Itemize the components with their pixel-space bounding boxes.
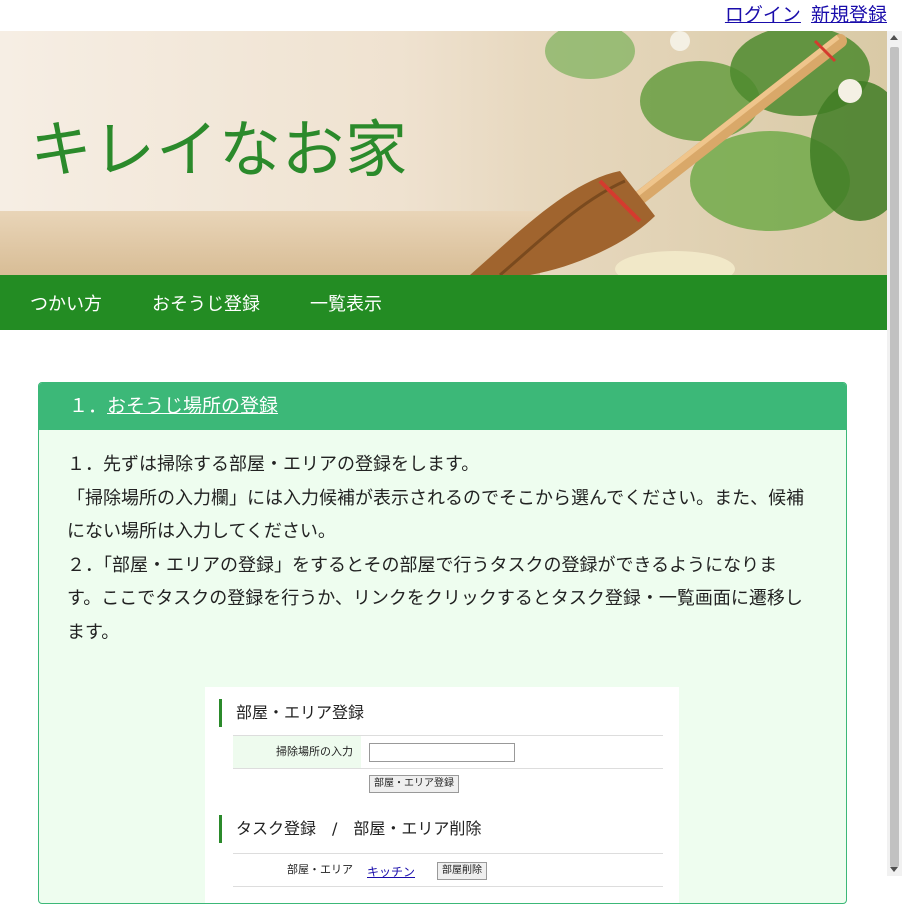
example-place-input: [369, 743, 515, 762]
instruction-step-2: ２．「部屋・エリアの登録」をするとその部屋で行うタスクの登録ができるようになりま…: [67, 554, 803, 643]
instruction-note: 「掃除場所の入力欄」には入力候補が表示されるのでそこから選んでください。また、候…: [67, 487, 805, 543]
example-section-title-task: タスク登録 / 部屋・エリア削除: [219, 815, 481, 843]
page-scrollbar[interactable]: [887, 31, 902, 876]
nav-item-list[interactable]: 一覧表示: [310, 290, 382, 316]
register-link[interactable]: 新規登録: [811, 4, 887, 26]
nav-item-howto[interactable]: つかい方: [30, 290, 102, 316]
main-nav: つかい方 おそうじ登録 一覧表示: [0, 275, 887, 330]
scroll-up-icon[interactable]: [890, 35, 898, 40]
example-section-title-room: 部屋・エリア登録: [219, 699, 364, 727]
example-input-row: 掃除場所の入力: [233, 735, 663, 769]
site-title: キレイなお家: [30, 113, 409, 186]
card-heading-number: １．: [69, 395, 108, 417]
card-body: １．先ずは掃除する部屋・エリアの登録をします。 「掃除場所の入力欄」には入力候補…: [39, 430, 846, 649]
howto-card: １．おそうじ場所の登録 １．先ずは掃除する部屋・エリアの登録をします。 「掃除場…: [38, 382, 847, 904]
example-delete-button: 部屋削除: [437, 862, 487, 880]
instruction-step-1: １．先ずは掃除する部屋・エリアの登録をします。: [67, 454, 480, 475]
nav-item-register-cleaning[interactable]: おそうじ登録: [152, 290, 260, 316]
example-room-label: 部屋・エリア: [233, 854, 361, 886]
card-heading: １．おそうじ場所の登録: [39, 383, 846, 430]
scroll-thumb[interactable]: [890, 47, 899, 867]
example-register-button: 部屋・エリア登録: [369, 775, 459, 793]
example-screenshot: 部屋・エリア登録 掃除場所の入力 部屋・エリア登録 タスク登録 / 部屋・エリア…: [205, 687, 679, 903]
example-field-label: 掃除場所の入力: [233, 736, 361, 768]
example-room-link: キッチン: [367, 865, 416, 879]
hero-banner: キレイなお家: [0, 31, 887, 275]
broom-and-leaves-illustration: [470, 31, 887, 275]
card-heading-link[interactable]: おそうじ場所の登録: [107, 395, 278, 417]
login-link[interactable]: ログイン: [725, 4, 801, 26]
top-auth-bar: ログイン 新規登録: [0, 0, 887, 31]
example-room-row: 部屋・エリア キッチン 部屋削除: [233, 853, 663, 887]
scroll-down-icon[interactable]: [890, 867, 898, 872]
